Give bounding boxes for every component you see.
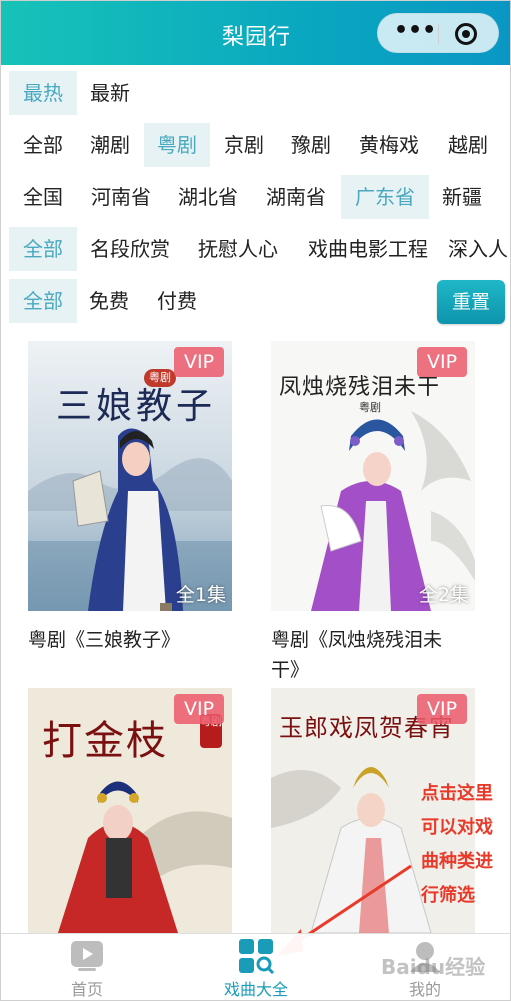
vip-badge: VIP: [174, 347, 224, 377]
region-filter-row: 全国 河南省 湖北省 湖南省 广东省 新疆: [1, 175, 510, 219]
category-famous-excerpts[interactable]: 名段欣赏: [79, 227, 181, 271]
poster-image[interactable]: 凤烛烧残泪未干 粤剧 VIP 全2集: [271, 341, 475, 611]
close-miniprogram-icon[interactable]: [455, 23, 477, 45]
vip-badge: VIP: [417, 694, 467, 724]
opera-card[interactable]: 凤烛烧残泪未干 粤剧 VIP 全2集 粤剧《凤烛烧残泪未 干》: [271, 341, 475, 686]
opera-card[interactable]: 打金枝 粤剧 VIP: [28, 688, 232, 933]
genre-chaoju[interactable]: 潮剧: [77, 123, 143, 167]
category-all[interactable]: 全部: [9, 227, 77, 271]
region-hunan[interactable]: 湖南省: [254, 175, 338, 219]
poster-title-text: 三娘教子: [56, 386, 217, 427]
more-icon[interactable]: •••: [394, 20, 436, 46]
price-paid[interactable]: 付费: [146, 279, 208, 323]
card-title-line-1[interactable]: 粤剧《凤烛烧残泪未: [271, 625, 442, 655]
nav-header: 梨园行 •••: [1, 1, 510, 65]
poster-image[interactable]: 打金枝 粤剧 VIP: [28, 688, 232, 933]
vip-badge: VIP: [417, 347, 467, 377]
card-title-line-2[interactable]: 干》: [271, 655, 309, 685]
vip-badge: VIP: [174, 694, 224, 724]
region-hubei[interactable]: 湖北省: [166, 175, 250, 219]
annotation-line: 曲种类进: [421, 851, 493, 872]
grid-search-icon: [239, 939, 275, 974]
sort-filter-row: 最热 最新: [1, 71, 510, 115]
miniprogram-capsule: •••: [377, 13, 499, 53]
poster-title-text: 打金枝: [42, 718, 168, 764]
poster-genre-tag: 粤剧: [359, 401, 381, 414]
opera-card[interactable]: 三娘教子 粤剧 VIP 全1集 粤剧《三娘教子》: [28, 341, 232, 686]
region-guangdong[interactable]: 广东省: [341, 175, 429, 219]
capsule-divider: [438, 24, 439, 44]
genre-jingju[interactable]: 京剧: [211, 123, 277, 167]
genre-yueju-cantonese[interactable]: 粤剧: [144, 123, 210, 167]
poster-title-text: 凤烛烧残泪未干: [279, 375, 441, 400]
annotation-line: 行筛选: [421, 885, 475, 906]
price-all[interactable]: 全部: [9, 279, 77, 323]
watermark-text: Baidu经验: [381, 955, 486, 979]
genre-all[interactable]: 全部: [9, 123, 77, 167]
genre-yuju[interactable]: 豫剧: [278, 123, 344, 167]
tab-opera-catalog[interactable]: 戏曲大全: [196, 934, 316, 1000]
poster-genre-tag: 粤剧: [144, 369, 176, 387]
region-henan[interactable]: 河南省: [79, 175, 163, 219]
category-comforting[interactable]: 抚慰人心: [187, 227, 289, 271]
reset-button[interactable]: 重置: [437, 280, 505, 324]
category-filter-row: 全部 名段欣赏 抚慰人心 戏曲电影工程 深入人: [1, 227, 510, 271]
annotation-text: 点击这里 可以对戏 曲种类进 行筛选: [421, 777, 507, 913]
price-filter-row: 全部 免费 付费: [1, 279, 510, 323]
annotation-line: 可以对戏: [421, 817, 493, 838]
category-opera-film-project[interactable]: 戏曲电影工程: [295, 227, 441, 271]
price-free[interactable]: 免费: [79, 279, 139, 323]
genre-filter-row: 全部 潮剧 粤剧 京剧 豫剧 黄梅戏 越剧: [1, 123, 510, 167]
annotation-line: 点击这里: [421, 783, 493, 804]
poster-image[interactable]: 三娘教子 粤剧 VIP 全1集: [28, 341, 232, 611]
sort-hot[interactable]: 最热: [9, 71, 77, 115]
sort-latest[interactable]: 最新: [79, 71, 141, 115]
tab-home[interactable]: 首页: [27, 934, 147, 1000]
genre-yueju-shaoxing[interactable]: 越剧: [435, 123, 501, 167]
app-frame: 梨园行 ••• 最热 最新 全部 潮剧 粤剧 京剧 豫剧 黄梅戏 越剧 全国 河…: [0, 0, 511, 1001]
home-play-icon: [71, 941, 103, 971]
episode-count: 全2集: [418, 584, 469, 606]
tab-catalog-label: 戏曲大全: [223, 980, 288, 999]
region-xinjiang[interactable]: 新疆: [431, 175, 493, 219]
category-more[interactable]: 深入人: [448, 227, 510, 271]
region-national[interactable]: 全国: [9, 175, 77, 219]
tab-home-label: 首页: [70, 980, 103, 999]
genre-huangmeixi[interactable]: 黄梅戏: [347, 123, 431, 167]
card-title[interactable]: 粤剧《三娘教子》: [28, 625, 180, 655]
episode-count: 全1集: [175, 584, 226, 606]
